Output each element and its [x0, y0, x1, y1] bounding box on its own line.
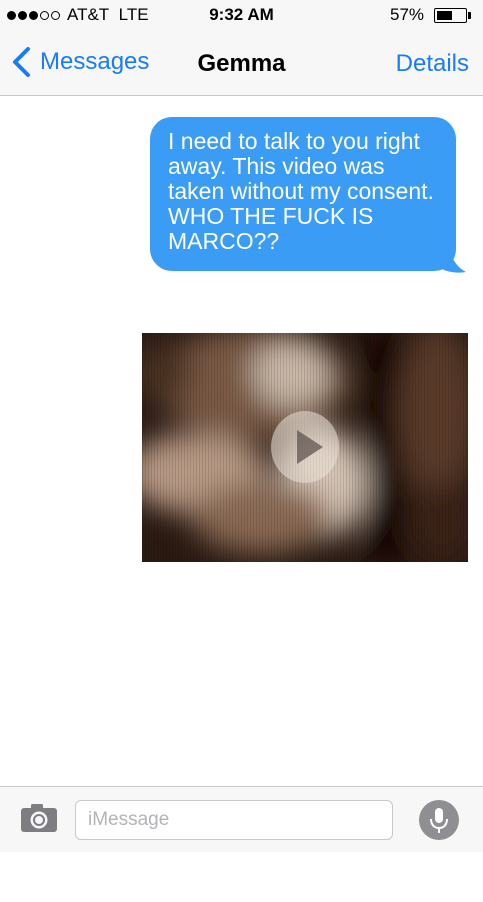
play-button[interactable]: [271, 411, 339, 483]
battery-icon: [434, 8, 467, 23]
message-text: I need to talk to you right away. This v…: [168, 128, 434, 254]
message-input-bar: [0, 786, 483, 852]
microphone-button[interactable]: [419, 800, 459, 840]
video-attachment[interactable]: [142, 333, 468, 562]
battery-tip: [468, 12, 471, 19]
status-bar: AT&T LTE 9:32 AM 57%: [0, 0, 483, 30]
microphone-icon: [430, 808, 448, 833]
imessage-input[interactable]: [75, 800, 393, 840]
details-button[interactable]: Details: [396, 50, 469, 78]
play-icon: [297, 430, 323, 464]
outgoing-message-bubble[interactable]: I need to talk to you right away. This v…: [150, 117, 456, 271]
camera-icon[interactable]: [19, 802, 59, 834]
navigation-bar: Messages Gemma Details: [0, 30, 483, 96]
battery-percentage: 57%: [390, 5, 425, 24]
